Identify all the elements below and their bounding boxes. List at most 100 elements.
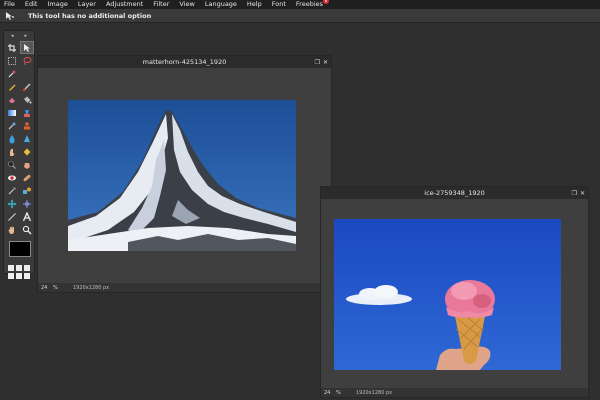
lasso-icon [23, 56, 31, 65]
toolbox: ◂ ▸ [3, 30, 35, 279]
menu-help[interactable]: Help [247, 0, 262, 9]
image-canvas[interactable] [68, 100, 296, 251]
magic-wand-icon [8, 70, 15, 77]
red-eye-icon [7, 175, 16, 180]
bandage-icon [23, 174, 30, 181]
stamp-icon [23, 121, 30, 129]
zoom-unit: % [53, 284, 58, 291]
grid-cell [24, 273, 30, 279]
zoom-icon [22, 225, 31, 234]
move-cursor-icon [3, 9, 17, 23]
freebies-badge: 6 [323, 0, 330, 4]
eraser-tool[interactable] [5, 93, 19, 106]
ice-cream-image [334, 219, 561, 370]
collapse-left-icon[interactable]: ◂ [11, 33, 14, 39]
foreground-color-swatch[interactable] [9, 241, 31, 257]
grid-cell [8, 265, 14, 271]
stamp-tool[interactable] [20, 119, 34, 132]
hand-tool[interactable] [5, 223, 19, 236]
empty-tool-slot [20, 67, 34, 80]
gradient-icon [7, 109, 16, 116]
hand-icon [8, 226, 14, 234]
picker-tool[interactable] [5, 184, 19, 197]
lasso-tool[interactable] [20, 54, 34, 67]
menu-layer[interactable]: Layer [78, 0, 96, 9]
pencil-icon [8, 84, 15, 91]
crop-icon [7, 43, 16, 52]
close-icon[interactable]: ✕ [323, 59, 328, 66]
smudge-finger-icon [9, 148, 14, 156]
color-replace-icon [23, 109, 30, 117]
eraser-icon [8, 97, 15, 103]
text-icon [22, 211, 31, 221]
line-tool[interactable] [5, 210, 19, 223]
drawing-tool[interactable] [20, 184, 34, 197]
sponge-tool[interactable] [20, 145, 34, 158]
burn-tool[interactable] [20, 158, 34, 171]
restore-icon[interactable]: ❐ [572, 190, 577, 197]
blur-drop-icon [8, 134, 15, 143]
status-bar: 24 % 1920x1280 px [321, 388, 588, 397]
menu-view[interactable]: View [179, 0, 194, 9]
burn-hand-icon [23, 162, 30, 169]
grid-cell [24, 265, 30, 271]
matterhorn-image [68, 100, 296, 251]
window-titlebar[interactable]: matterhorn-425134_1920 ❐ ✕ [38, 56, 331, 68]
window-title: ice-2759348_1920 [424, 189, 485, 197]
clone-tool[interactable] [5, 119, 19, 132]
zoom-unit: % [336, 389, 341, 396]
zoom-value[interactable]: 24 [41, 285, 53, 291]
window-controls: ❐ ✕ [572, 187, 585, 199]
menu-freebies[interactable]: Freebies 6 [295, 0, 330, 9]
pan-arrows-tool[interactable] [5, 197, 19, 210]
move-tool[interactable] [19, 41, 34, 54]
blur-tool[interactable] [5, 132, 19, 145]
image-canvas[interactable] [334, 219, 561, 370]
image-size: 1920x1280 px [73, 284, 110, 291]
document-window-matterhorn[interactable]: matterhorn-425134_1920 ❐ ✕ 24 % 1920x128… [37, 55, 332, 293]
distort-star-icon [22, 199, 31, 208]
color-swatches [4, 239, 34, 261]
pencil-tool[interactable] [5, 80, 19, 93]
text-tool[interactable] [20, 210, 34, 223]
magic-wand-tool[interactable] [5, 67, 19, 80]
dodge-icon [7, 160, 16, 169]
sharpen-tool[interactable] [20, 132, 34, 145]
color-replace-tool[interactable] [20, 106, 34, 119]
line-icon [7, 212, 16, 221]
options-message: This tool has no additional option [28, 11, 152, 20]
menu-bar: File Edit Image Layer Adjustment Filter … [0, 0, 600, 9]
document-window-ice[interactable]: ice-2759348_1920 ❐ ✕ 24 % 1920x1280 px [320, 186, 589, 398]
red-eye-tool[interactable] [5, 171, 19, 184]
marquee-tool[interactable] [5, 54, 19, 67]
menu-freebies-label: Freebies [295, 0, 324, 8]
menu-adjustment[interactable]: Adjustment [106, 0, 143, 9]
clone-stamp-icon [8, 122, 15, 129]
window-titlebar[interactable]: ice-2759348_1920 ❐ ✕ [321, 187, 588, 199]
bucket-tool[interactable] [20, 93, 34, 106]
grid-layout-icon[interactable] [8, 265, 30, 279]
crop-tool[interactable] [5, 41, 19, 54]
dodge-tool[interactable] [5, 158, 19, 171]
menu-image[interactable]: Image [47, 0, 67, 9]
collapse-right-icon[interactable]: ▸ [24, 33, 27, 39]
zoom-tool[interactable] [20, 223, 34, 236]
marquee-icon [7, 56, 16, 65]
restore-icon[interactable]: ❐ [315, 59, 320, 66]
brush-tool[interactable] [20, 80, 34, 93]
zoom-value[interactable]: 24 [324, 390, 336, 396]
menu-edit[interactable]: Edit [25, 0, 38, 9]
menu-filter[interactable]: Filter [153, 0, 169, 9]
sponge-icon [23, 148, 30, 155]
gradient-tool[interactable] [5, 106, 19, 119]
spot-heal-tool[interactable] [20, 171, 34, 184]
four-arrows-icon [7, 199, 16, 208]
menu-font[interactable]: Font [272, 0, 286, 9]
menu-language[interactable]: Language [205, 0, 237, 9]
grid-cell [8, 273, 14, 279]
distort-tool[interactable] [20, 197, 34, 210]
close-icon[interactable]: ✕ [580, 190, 585, 197]
options-bar: This tool has no additional option [0, 9, 600, 23]
grid-cell [16, 273, 22, 279]
smudge-tool[interactable] [5, 145, 19, 158]
